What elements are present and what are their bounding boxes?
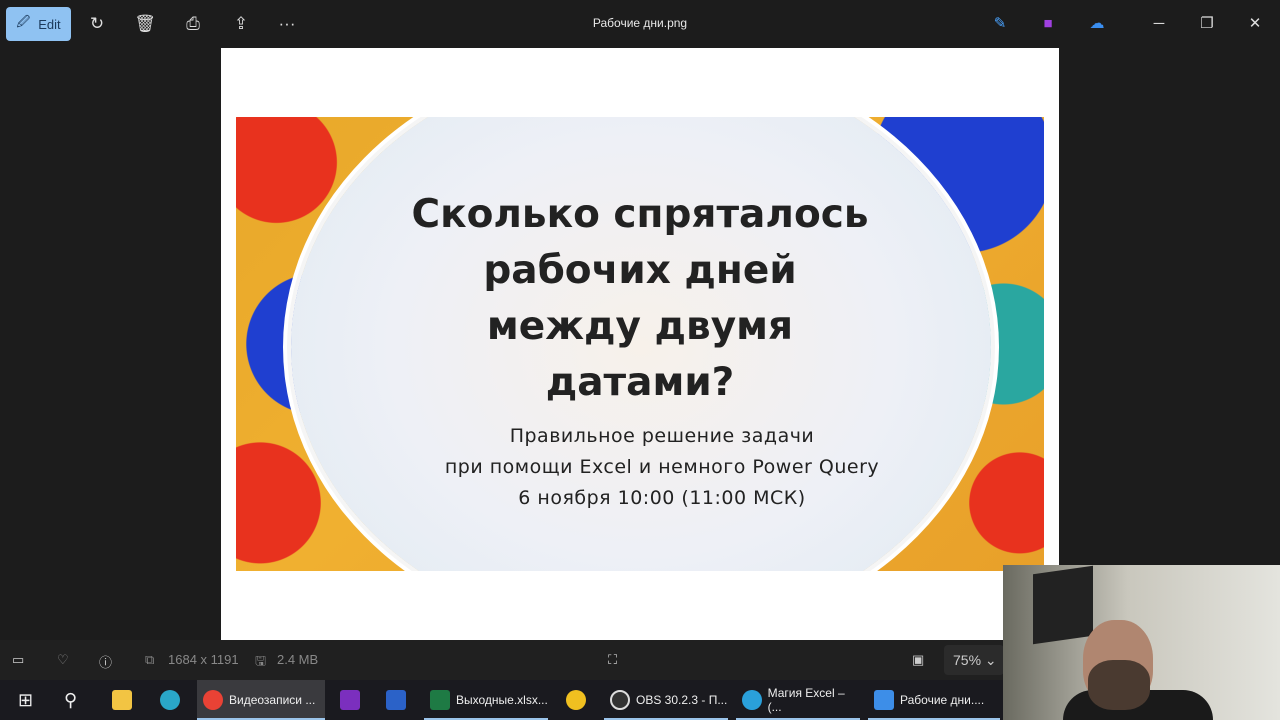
zoom-level: 75% [953, 652, 982, 668]
close-button[interactable]: ✕ [1243, 12, 1267, 36]
taskbar-label: Рабочие дни.... [900, 693, 985, 707]
taskbar-label: Выходные.xlsx... [456, 693, 548, 707]
subtitle-line: 6 ноября 10:00 (11:00 МСК) [518, 487, 806, 509]
zoom-dropdown[interactable]: 75% ⌄ [944, 645, 1004, 675]
edge-icon[interactable] [154, 680, 180, 720]
webcam-overlay [1003, 565, 1280, 720]
title-bar: 🖉 Edit ↻ 🗑 ⎙ ⇪ ··· Рабочие дни.png ✎ ■ ☁ … [0, 0, 1280, 48]
title-line: Сколько спряталось [411, 192, 869, 237]
onedrive-icon[interactable]: ☁ [1085, 12, 1109, 36]
taskbar-item-telegram[interactable]: Магия Excel – (... [736, 680, 860, 720]
obs-icon [610, 690, 630, 710]
file-size-icon: 🖫 [255, 653, 267, 668]
taskbar-item-excel[interactable]: Выходные.xlsx... [424, 680, 548, 720]
taskbar-item-photos[interactable]: Рабочие дни.... [868, 680, 1000, 720]
photos-icon [874, 690, 894, 710]
start-button[interactable]: ⊞ [12, 680, 33, 720]
telegram-icon [742, 690, 762, 710]
subtitle-line: Правильное решение задачи [509, 425, 815, 447]
word-icon[interactable] [380, 680, 406, 720]
search-icon[interactable]: ⚲ [58, 680, 77, 720]
title-line: датами? [545, 360, 735, 405]
onenote-icon[interactable] [334, 680, 360, 720]
excel-icon [430, 690, 450, 710]
title-line: между двумя [486, 304, 794, 349]
image-canvas: Сколько спряталось рабочих дней между дв… [221, 48, 1059, 640]
clipchamp-icon[interactable]: ■ [1036, 12, 1060, 36]
favorite-icon[interactable]: ♡ [57, 652, 69, 668]
slide-subtitle: Правильное решение задачи при помощи Exc… [236, 421, 1044, 514]
dimensions-icon: ⧉ [145, 652, 155, 667]
filmstrip-icon[interactable]: ▭ [12, 652, 24, 668]
designer-icon[interactable]: ✎ [988, 12, 1012, 36]
person-beard [1088, 660, 1150, 710]
slide-image: Сколько спряталось рабочих дней между дв… [236, 117, 1044, 571]
music-app-icon[interactable] [560, 680, 586, 720]
chrome-icon [203, 690, 223, 710]
poster [1033, 565, 1093, 645]
actual-size-icon[interactable]: ▣ [912, 652, 924, 668]
slide-title: Сколько спряталось рабочих дней между дв… [236, 187, 1044, 411]
taskbar-item-obs[interactable]: OBS 30.2.3 - П... [604, 680, 728, 720]
restore-button[interactable]: ❐ [1195, 12, 1219, 36]
file-size: 2.4 MB [277, 652, 319, 667]
subtitle-line: при помощи Excel и немного Power Query [444, 456, 880, 478]
fit-icon[interactable]: ⛶ [608, 652, 617, 668]
info-icon[interactable]: ⓘ [99, 652, 112, 671]
dimensions: 1684 x 1191 [168, 652, 239, 667]
file-explorer-icon[interactable] [106, 680, 132, 720]
taskbar-item-chrome[interactable]: Видеозаписи ... [197, 680, 325, 720]
minimize-button[interactable]: ─ [1147, 12, 1171, 36]
title-line: рабочих дней [483, 248, 797, 293]
taskbar-label: Видеозаписи ... [229, 693, 316, 707]
taskbar-label: OBS 30.2.3 - П... [636, 693, 728, 707]
taskbar-label: Магия Excel – (... [767, 686, 845, 714]
